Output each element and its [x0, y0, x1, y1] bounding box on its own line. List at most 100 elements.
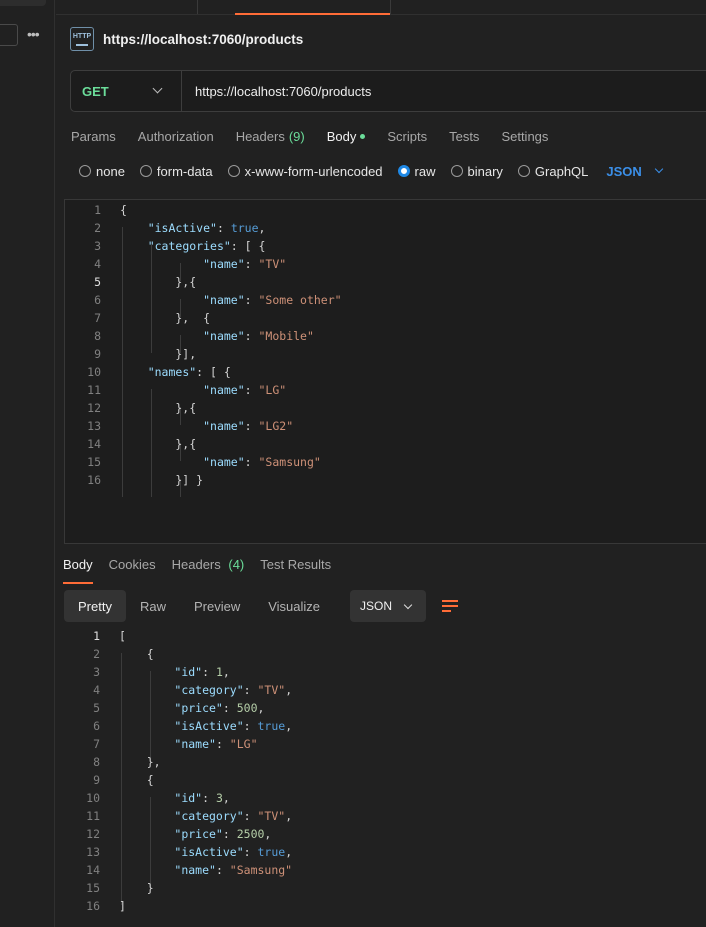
- chevron-down-icon: [403, 600, 413, 609]
- view-preview-button[interactable]: Preview: [180, 590, 254, 622]
- response-tab-test-results[interactable]: Test Results: [260, 557, 331, 581]
- line-number: 3: [93, 665, 100, 679]
- tab-divider: [197, 0, 198, 14]
- line-number: 12: [86, 827, 100, 841]
- request-code-line: 11 "name": "LG": [65, 381, 705, 399]
- tab-params[interactable]: Params: [71, 126, 116, 146]
- radio-graphql[interactable]: GraphQL: [517, 164, 588, 179]
- tab-divider: [390, 0, 391, 14]
- method-select[interactable]: GET: [71, 71, 182, 111]
- code-text: "name": "Mobile": [203, 329, 314, 343]
- response-headers-count: (4): [228, 557, 245, 572]
- more-dots-icon[interactable]: •••: [27, 26, 40, 42]
- request-body-editor[interactable]: 1{2 "isActive": true, 3 "categories": [ {…: [64, 199, 706, 544]
- code-text: "name": "LG": [203, 383, 287, 397]
- view-pretty-button[interactable]: Pretty: [64, 590, 126, 622]
- response-code-line: 14 "name": "Samsung": [64, 861, 704, 879]
- response-code-line: 5 "price": 500,: [64, 699, 704, 717]
- line-number: 7: [94, 311, 101, 325]
- code-text: "category": "TV",: [174, 809, 293, 823]
- tab-label: Body: [63, 557, 93, 572]
- code-text: "isActive": true,: [174, 719, 293, 733]
- tab-tests[interactable]: Tests: [449, 126, 479, 146]
- response-code-line: 1[: [64, 627, 704, 645]
- code-text: },{: [120, 437, 197, 451]
- line-number: 7: [93, 737, 100, 751]
- line-number: 2: [93, 647, 100, 661]
- line-number: 14: [86, 863, 100, 877]
- line-number: 16: [87, 473, 101, 487]
- line-number: 6: [93, 719, 100, 733]
- line-number: 8: [93, 755, 100, 769]
- tab-label: Cookies: [108, 557, 156, 572]
- radio-label: raw: [414, 163, 436, 179]
- radio-circle: [517, 165, 530, 177]
- response-view-bar: Pretty Raw Preview Visualize JSON: [64, 590, 460, 622]
- code-text: {: [119, 647, 154, 661]
- line-number: 14: [87, 437, 101, 451]
- body-format-select[interactable]: JSON: [606, 164, 664, 179]
- line-number: 11: [86, 809, 100, 823]
- line-number: 1: [94, 203, 101, 217]
- response-tab-cookies[interactable]: Cookies: [109, 557, 156, 581]
- response-tabs: Body Cookies Headers (4) Test Results: [63, 557, 347, 584]
- chevron-down-icon: [654, 164, 664, 174]
- code-text: "id": 3,: [174, 791, 230, 805]
- response-body-viewer[interactable]: 1[2 {3 "id": 1, 4 "category": "TV", 5 "pri…: [64, 626, 706, 926]
- response-tab-body[interactable]: Body: [63, 557, 93, 584]
- radio-label: binary: [467, 163, 503, 179]
- sidebar-search-box[interactable]: [0, 24, 18, 46]
- tab-scripts[interactable]: Scripts: [387, 126, 427, 146]
- code-text: "categories": [ {: [147, 239, 266, 253]
- request-title[interactable]: https://localhost:7060/products: [103, 32, 303, 47]
- response-tab-headers[interactable]: Headers (4): [172, 557, 245, 581]
- request-code-line: 12 },{: [65, 399, 705, 417]
- request-code-line: 7 }, {: [65, 309, 705, 327]
- active-tab-indicator: [235, 13, 390, 15]
- radio-x-www-form-urlencoded[interactable]: x-www-form-urlencoded: [227, 164, 383, 179]
- tab-label: Params: [71, 128, 116, 144]
- code-text: "name": "TV": [203, 257, 287, 271]
- url-input[interactable]: https://localhost:7060/products: [195, 84, 371, 99]
- code-text: ]: [119, 899, 126, 913]
- tab-label: Authorization: [137, 128, 214, 144]
- request-code-line: 10 "names": [ {: [65, 363, 705, 381]
- tab-body[interactable]: Body: [327, 126, 366, 146]
- radio-circle: [139, 165, 152, 177]
- request-workspace: HTTP https://localhost:7060/products GET…: [56, 0, 706, 927]
- response-code-line: 2 {: [64, 645, 704, 663]
- request-code-line: 13 "name": "LG2": [65, 417, 705, 435]
- view-visualize-button[interactable]: Visualize: [254, 590, 334, 622]
- tab-label: Test Results: [260, 557, 332, 572]
- tab-strip: [56, 0, 706, 15]
- line-number: 11: [87, 383, 101, 397]
- response-format-select[interactable]: JSON: [350, 590, 427, 622]
- code-text: {: [119, 773, 154, 787]
- view-raw-button[interactable]: Raw: [126, 590, 180, 622]
- response-code-line: 8 },: [64, 753, 704, 771]
- line-number: 13: [87, 419, 101, 433]
- tab-settings[interactable]: Settings: [501, 126, 548, 146]
- request-title-bar: HTTP https://localhost:7060/products: [70, 27, 303, 51]
- line-number: 5: [93, 701, 100, 715]
- tab-headers[interactable]: Headers (9): [236, 126, 305, 146]
- tab-authorization[interactable]: Authorization: [138, 126, 214, 146]
- line-number: 10: [87, 365, 101, 379]
- headers-count: (9): [288, 128, 305, 144]
- radio-form-data[interactable]: form-data: [139, 164, 213, 179]
- response-code-line: 3 "id": 1,: [64, 663, 704, 681]
- radio-none[interactable]: none: [79, 164, 125, 179]
- request-code-line: 1{: [65, 201, 705, 219]
- line-number: 9: [94, 347, 101, 361]
- tab-label: Settings: [501, 128, 549, 144]
- line-number: 3: [94, 239, 101, 253]
- radio-binary[interactable]: binary: [450, 163, 503, 179]
- radio-raw[interactable]: raw: [397, 163, 436, 179]
- code-text: }],: [120, 347, 197, 361]
- line-number: 4: [93, 683, 100, 697]
- wrap-lines-icon[interactable]: [442, 598, 460, 614]
- line-number: 13: [86, 845, 100, 859]
- code-text: },{: [120, 401, 197, 415]
- request-code-line: 15 "name": "Samsung": [65, 453, 705, 471]
- tab-label: Headers: [235, 128, 285, 144]
